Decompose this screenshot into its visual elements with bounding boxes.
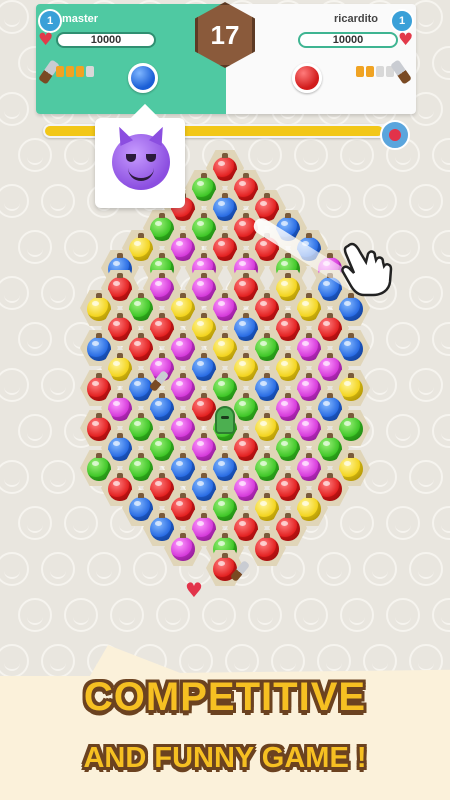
- heart-powerup-icon: ♥: [185, 578, 203, 602]
- red-ball-icon[interactable]: [255, 533, 279, 561]
- pointer-hand-icon: [341, 242, 393, 297]
- emote-bubble[interactable]: [95, 118, 185, 208]
- cactus-icon: [215, 406, 235, 434]
- pink-ball-icon[interactable]: [171, 533, 195, 561]
- headline-competitive: COMPETITIVE: [83, 675, 367, 719]
- headline-funny-game: AND FUNNY GAME !: [83, 742, 367, 774]
- devil-emoji-icon: [112, 134, 170, 190]
